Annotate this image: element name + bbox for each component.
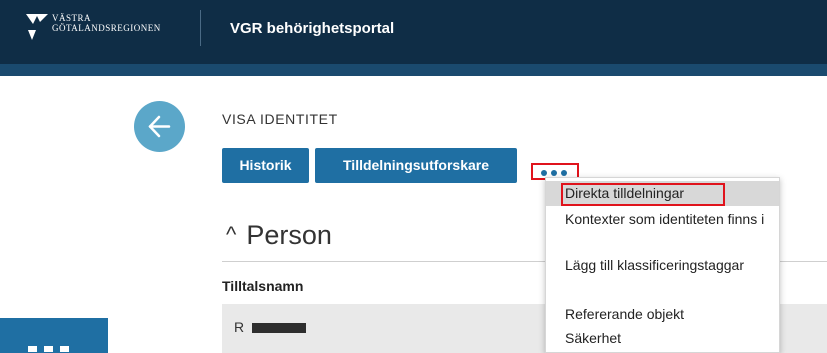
logo-text: VÄSTRA GÖTALANDSREGIONEN — [52, 13, 161, 33]
logo-line-2: GÖTALANDSREGIONEN — [52, 23, 161, 33]
tilldelningsutforskare-button[interactable]: Tilldelningsutforskare — [315, 148, 517, 183]
historik-button[interactable]: Historik — [222, 148, 309, 183]
chevron-up-icon: ^ — [226, 222, 237, 247]
app-title: VGR behörighetsportal — [230, 20, 395, 37]
field-value: R — [234, 319, 245, 335]
menu-item-klassificeringstaggar[interactable]: Lägg till klassificeringstaggar — [546, 257, 779, 297]
apps-grid-button[interactable] — [0, 318, 108, 353]
header-subbar — [0, 64, 827, 76]
menu-item-direkta-tilldelningar[interactable]: Direkta tilldelningar — [546, 181, 779, 206]
back-button[interactable] — [134, 101, 185, 152]
vgr-logo-icon — [26, 14, 48, 40]
redaction-bar — [252, 323, 306, 333]
highlight-outline — [561, 183, 725, 206]
header-divider — [200, 10, 201, 46]
arrow-left-icon — [148, 115, 171, 138]
grid-dot — [28, 346, 37, 352]
more-dot — [561, 170, 567, 176]
more-options-menu: Direkta tilldelningar Kontexter som iden… — [545, 177, 780, 353]
grid-dot — [60, 346, 69, 352]
menu-item-sakerhet[interactable]: Säkerhet — [546, 330, 779, 350]
person-section-header[interactable]: ^ Person — [226, 220, 332, 251]
more-dot — [541, 170, 547, 176]
grid-dot — [44, 346, 53, 352]
more-dot — [551, 170, 557, 176]
menu-item-refererande-objekt[interactable]: Refererande objekt — [546, 306, 779, 326]
field-label-tilltalsnamn: Tilltalsnamn — [222, 278, 304, 294]
page-heading: VISA IDENTITET — [222, 111, 338, 127]
top-header: VÄSTRA GÖTALANDSREGIONEN VGR behörighets… — [0, 0, 827, 64]
section-title: Person — [246, 220, 332, 250]
vgr-logo[interactable]: VÄSTRA GÖTALANDSREGIONEN — [24, 10, 184, 46]
menu-item-kontexter[interactable]: Kontexter som identiteten finns i — [546, 211, 779, 251]
logo-line-1: VÄSTRA — [52, 13, 92, 23]
